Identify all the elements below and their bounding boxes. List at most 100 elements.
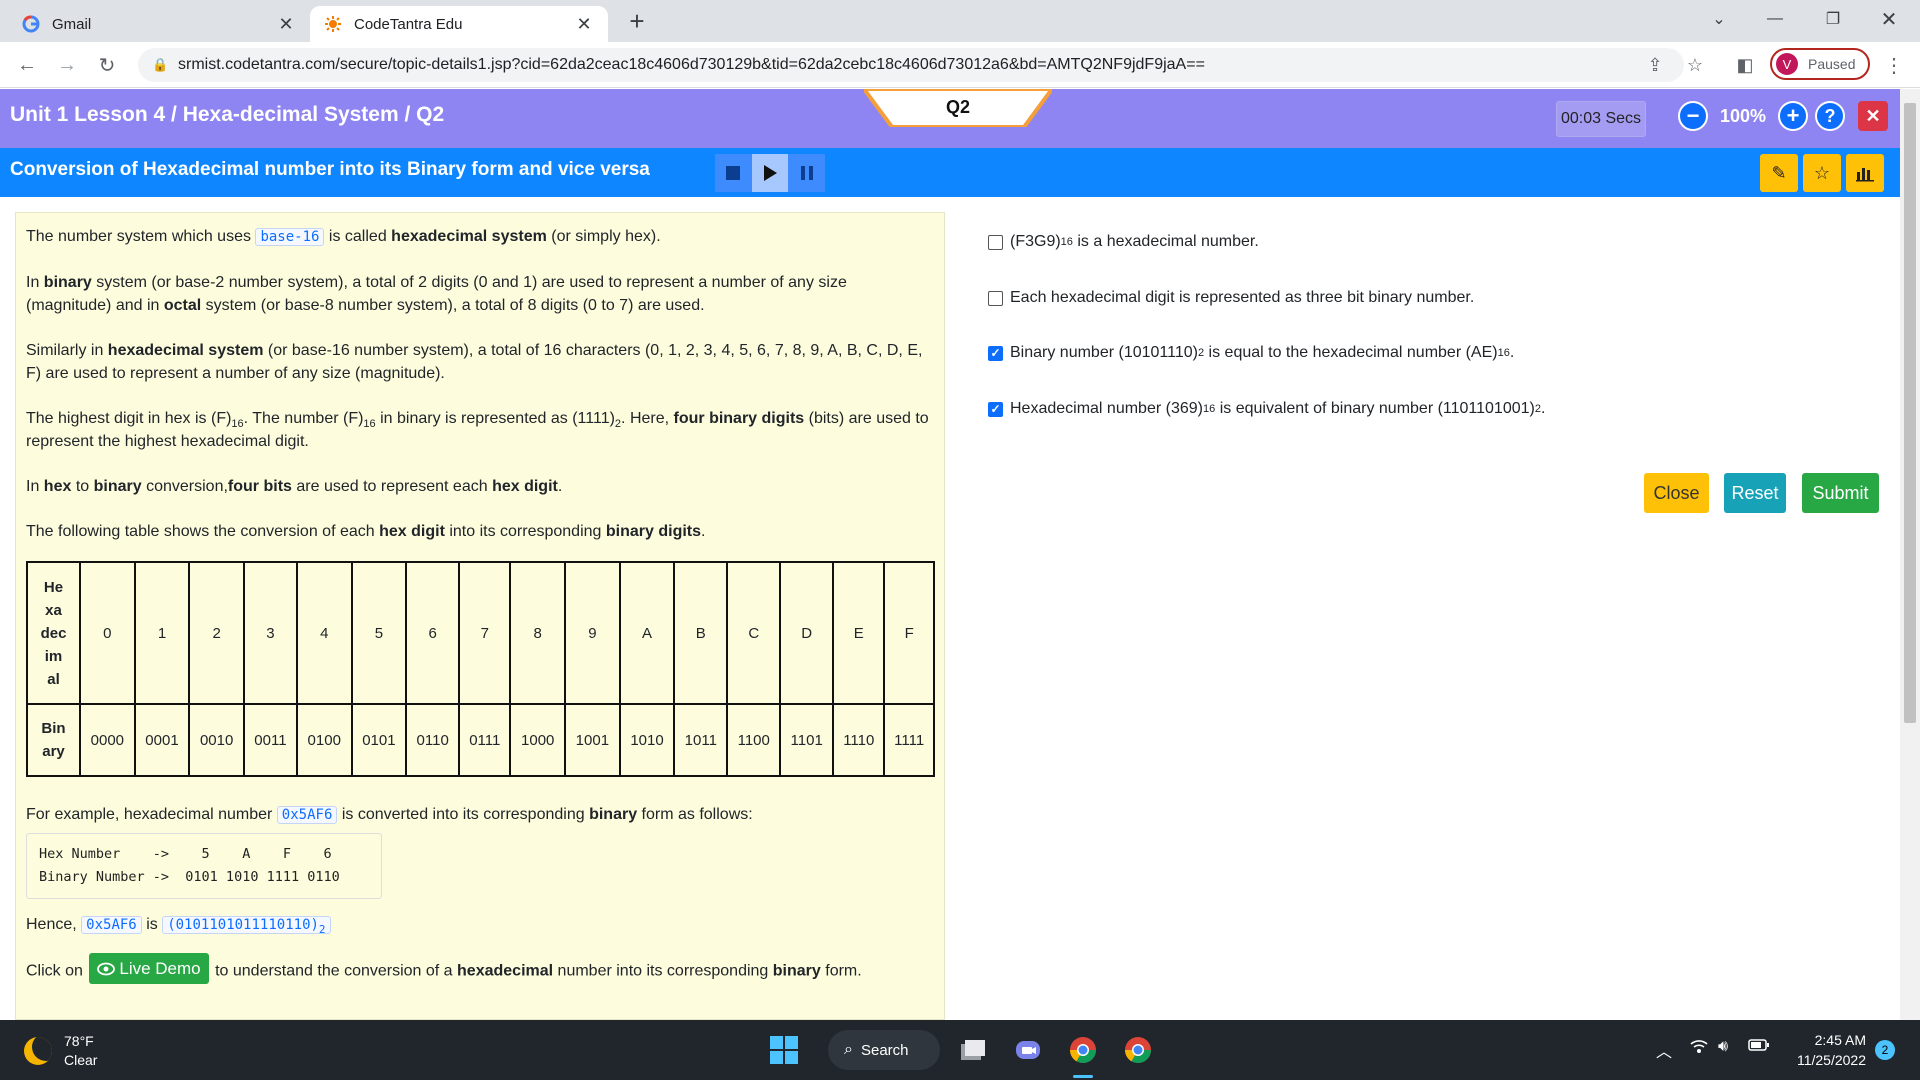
task-view-icon[interactable] <box>953 1030 993 1070</box>
teams-chat-icon[interactable] <box>1008 1030 1048 1070</box>
new-tab-button[interactable]: + <box>620 6 654 40</box>
option-1[interactable]: (F3G9) 16 is a hexadecimal number. <box>988 233 1259 251</box>
back-icon[interactable]: ← <box>12 50 42 80</box>
tab-search-icon[interactable]: ⌄ <box>1696 0 1742 38</box>
bold-text: binary digits <box>605 523 702 540</box>
checkbox-checked[interactable]: ✓ <box>988 401 1003 417</box>
reload-icon[interactable]: ↻ <box>92 50 122 80</box>
restore-icon[interactable]: ❐ <box>1810 0 1856 38</box>
bar-chart-icon[interactable] <box>1846 154 1884 192</box>
reset-button[interactable]: Reset <box>1724 473 1786 513</box>
side-panel-icon[interactable]: ◧ <box>1730 50 1760 80</box>
search-icon: ⌕ <box>844 1041 853 1058</box>
star-icon[interactable]: ☆ <box>1803 154 1841 192</box>
weather-condition: Clear <box>64 1052 98 1068</box>
table-cell: 0100 <box>295 703 353 777</box>
volume-icon[interactable]: 🔊︎ <box>1718 1038 1728 1056</box>
minimize-icon[interactable]: — <box>1752 0 1798 38</box>
bold-text: four bits <box>227 478 292 495</box>
row-header-hexadecimal: He xa dec im al <box>26 561 81 705</box>
option-text: Binary number (10101110) <box>1010 344 1198 361</box>
pencil-icon[interactable]: ✎ <box>1760 154 1798 192</box>
table-cell: 1010 <box>618 703 676 777</box>
paragraph-four-bits: In hex to binary conversion,four bits ar… <box>26 475 934 498</box>
share-icon[interactable]: ⇪ <box>1640 50 1670 80</box>
text: is called <box>328 228 387 245</box>
windows-start-icon[interactable] <box>764 1030 804 1070</box>
weather-widget[interactable]: 78°F Clear <box>24 1032 97 1070</box>
subscript: 16 <box>363 418 376 431</box>
lesson-content: The number system which uses base-16 is … <box>15 212 945 1020</box>
chrome-icon[interactable] <box>1063 1030 1103 1070</box>
play-button[interactable] <box>751 154 789 192</box>
code-0x5af6: 0x5AF6 <box>276 806 338 824</box>
taskbar-search[interactable]: ⌕ Search <box>828 1030 940 1070</box>
bold-text: hexadecimal system <box>391 228 547 245</box>
profile-status: Paused <box>1808 56 1856 72</box>
option-text: Each hexadecimal digit is represented as… <box>1010 289 1475 306</box>
text: . <box>557 478 563 495</box>
close-button[interactable]: Close <box>1644 473 1709 513</box>
tab-codetantra[interactable]: CodeTantra Edu ✕ <box>310 6 608 42</box>
checkbox-checked[interactable]: ✓ <box>988 345 1003 361</box>
browser-menu-icon[interactable]: ⋮ <box>1882 50 1906 80</box>
close-tab-icon[interactable]: ✕ <box>276 14 296 35</box>
wifi-icon[interactable] <box>1690 1038 1708 1059</box>
text: Similarly in <box>26 342 104 359</box>
question-tab[interactable]: Q2 <box>864 89 1052 127</box>
hex-binary-table: He xa dec im al 0 1 2 3 4 5 6 7 8 9 A B … <box>26 561 935 777</box>
paragraph-base16: The number system which uses base-16 is … <box>26 225 934 249</box>
option-4[interactable]: ✓ Hexadecimal number (369) 16 is equivale… <box>988 400 1545 418</box>
table-cell: F <box>883 561 935 705</box>
bold-text: hexadecimal <box>457 962 554 980</box>
submit-button[interactable]: Submit <box>1802 473 1879 513</box>
text: . The number (F) <box>243 410 364 427</box>
header-part: xa <box>45 601 62 619</box>
table-cell: 8 <box>509 561 567 705</box>
option-text: is equivalent of binary number (11011010… <box>1219 400 1535 417</box>
chevron-up-icon[interactable]: ︿ <box>1656 1038 1672 1062</box>
tab-gmail[interactable]: Gmail ✕ <box>8 6 310 42</box>
window-close-icon[interactable]: ✕ <box>1866 0 1912 38</box>
checkbox-unchecked[interactable] <box>988 290 1003 306</box>
bold-text: four binary digits <box>673 410 805 427</box>
live-demo-button[interactable]: Live Demo <box>89 953 209 984</box>
address-bar[interactable]: 🔒 srmist.codetantra.com/secure/topic-det… <box>138 48 1684 82</box>
profile-button[interactable]: V Paused <box>1770 48 1870 80</box>
chrome-profile-icon[interactable] <box>1118 1030 1158 1070</box>
table-cell: B <box>673 561 729 705</box>
checkbox-unchecked[interactable] <box>988 234 1003 250</box>
option-3[interactable]: ✓ Binary number (10101110) 2 is equal to … <box>988 344 1514 362</box>
stop-button[interactable] <box>715 154 752 192</box>
zoom-in-button[interactable]: + <box>1778 101 1809 131</box>
battery-icon[interactable] <box>1748 1038 1770 1057</box>
paragraph-hexadecimal: Similarly in hexadecimal system (or base… <box>26 339 934 385</box>
scrollbar-thumb[interactable] <box>1904 103 1916 723</box>
close-lesson-button[interactable]: ✕ <box>1858 101 1888 131</box>
text: system (or base-8 number system), a tota… <box>205 297 705 314</box>
bookmark-star-icon[interactable]: ☆ <box>1680 50 1710 80</box>
zoom-out-button[interactable]: − <box>1678 101 1708 131</box>
paragraph-table-intro: The following table shows the conversion… <box>26 520 934 543</box>
close-tab-icon[interactable]: ✕ <box>574 14 594 35</box>
system-clock[interactable]: 2:45 AM 11/25/2022 <box>1788 1030 1866 1070</box>
option-2[interactable]: Each hexadecimal digit is represented as… <box>988 289 1474 307</box>
bold-text: binary <box>772 962 821 980</box>
clock-time: 2:45 AM <box>1814 1032 1866 1048</box>
temperature: 78°F <box>64 1033 94 1049</box>
table-cell: 3 <box>242 561 298 705</box>
header-part: dec <box>40 624 67 642</box>
pause-button[interactable] <box>788 154 825 192</box>
table-cell: 1011 <box>673 703 729 777</box>
page-scrollbar[interactable] <box>1900 89 1920 1020</box>
forward-icon[interactable]: → <box>52 50 82 80</box>
table-cell: 1101 <box>779 703 835 777</box>
table-cell: 4 <box>295 561 353 705</box>
table-row-binary: Bin ary 0000 0001 0010 0011 0100 0101 01… <box>26 703 935 777</box>
header-part: He <box>43 578 64 596</box>
table-cell: 1 <box>133 561 191 705</box>
notification-badge[interactable]: 2 <box>1875 1040 1895 1060</box>
codetantra-icon <box>324 15 342 33</box>
table-cell: 5 <box>350 561 408 705</box>
help-button[interactable]: ? <box>1815 101 1845 131</box>
